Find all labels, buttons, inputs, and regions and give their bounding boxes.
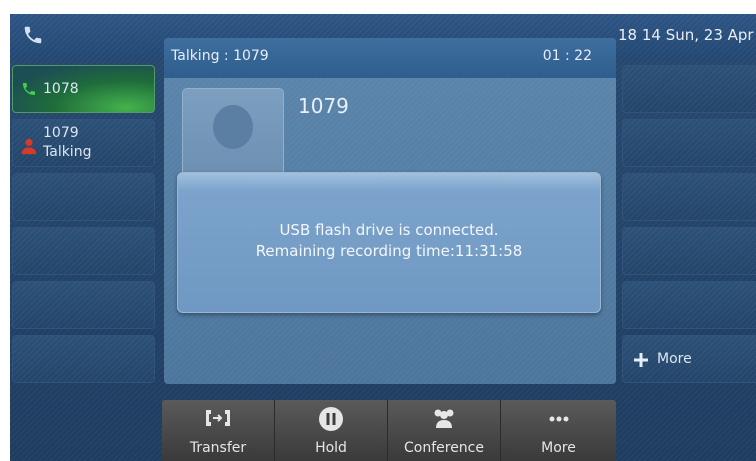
hold-label: Hold xyxy=(315,440,347,456)
more-label: More xyxy=(541,440,576,456)
line-key-label: 1078 xyxy=(43,81,79,97)
conference-button[interactable]: Conference xyxy=(388,400,501,461)
right-key-empty[interactable] xyxy=(622,281,756,329)
pause-icon xyxy=(319,407,343,431)
phone-screen: 18 14 Sun, 23 Apr 1078 1079 Talking Talk… xyxy=(10,14,756,461)
softkey-bar: Transfer Hold Conference More xyxy=(162,400,616,461)
more-button[interactable]: More xyxy=(501,400,616,461)
line-key-empty[interactable] xyxy=(12,173,155,221)
conference-icon xyxy=(434,409,454,428)
phone-status-icon xyxy=(24,26,42,44)
right-key-empty[interactable] xyxy=(622,227,756,275)
line-key-1078[interactable]: 1078 xyxy=(12,65,155,113)
popup-message-line2: Remaining recording time:11:31:58 xyxy=(255,242,523,260)
plus-icon xyxy=(634,353,648,367)
datetime-display: 18 14 Sun, 23 Apr xyxy=(618,26,754,44)
contact-person-icon xyxy=(21,138,37,155)
popup-message-line1: USB flash drive is connected. xyxy=(279,221,499,239)
line-key-empty[interactable] xyxy=(12,227,155,275)
more-dots-icon xyxy=(549,416,568,422)
more-key-label: More xyxy=(657,351,692,367)
line-key-label: 1079 xyxy=(43,125,79,141)
phone-icon xyxy=(23,83,35,95)
transfer-button[interactable]: Transfer xyxy=(162,400,275,461)
line-key-status: Talking xyxy=(43,144,92,160)
call-header: Talking : 1079 01 : 22 xyxy=(164,38,616,78)
usb-notification-popup: USB flash drive is connected. Remaining … xyxy=(177,172,601,313)
right-key-empty[interactable] xyxy=(622,119,756,167)
more-key[interactable]: More xyxy=(622,335,756,383)
hold-button[interactable]: Hold xyxy=(275,400,388,461)
transfer-label: Transfer xyxy=(189,440,247,456)
right-key-empty[interactable] xyxy=(622,173,756,221)
right-key-empty[interactable] xyxy=(622,65,756,113)
callee-number: 1079 xyxy=(298,94,349,118)
line-key-empty[interactable] xyxy=(12,335,155,383)
call-status-title: Talking : 1079 xyxy=(171,48,269,64)
line-key-1079[interactable]: 1079 Talking xyxy=(12,119,155,167)
line-key-empty[interactable] xyxy=(12,281,155,329)
conference-label: Conference xyxy=(403,440,484,456)
call-timer: 01 : 22 xyxy=(542,48,592,64)
transfer-icon xyxy=(206,410,230,426)
